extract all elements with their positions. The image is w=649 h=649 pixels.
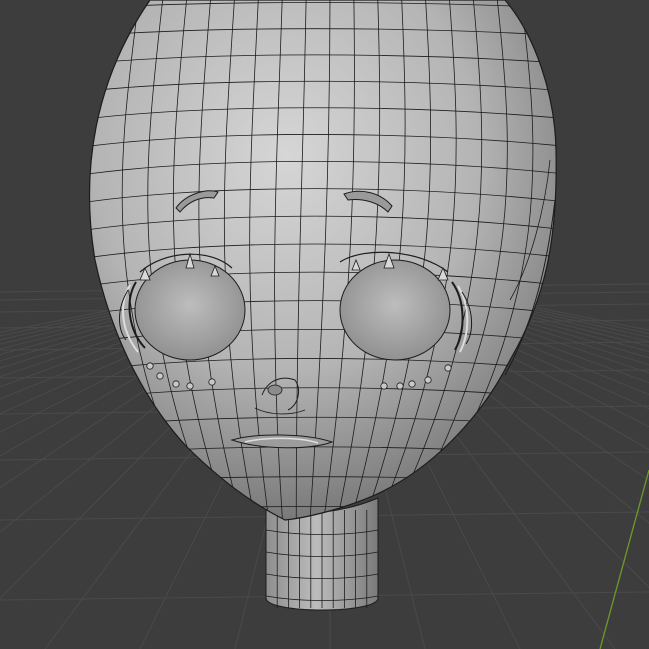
eyelash-bump (146, 362, 154, 370)
3d-viewport[interactable] (0, 0, 649, 649)
eyelash-bump (424, 376, 432, 384)
eyelash-bump (208, 378, 216, 386)
eyelash-bump (380, 382, 388, 390)
eyelash-bump (408, 380, 416, 388)
eyelash-bump (172, 380, 180, 388)
y-axis-line (599, 469, 649, 649)
eyelash-bump (156, 372, 164, 380)
eyelash-bump (396, 382, 404, 390)
eyelash-bump (186, 382, 194, 390)
viewport-canvas[interactable] (0, 0, 649, 649)
eyelash-bump (444, 364, 452, 372)
